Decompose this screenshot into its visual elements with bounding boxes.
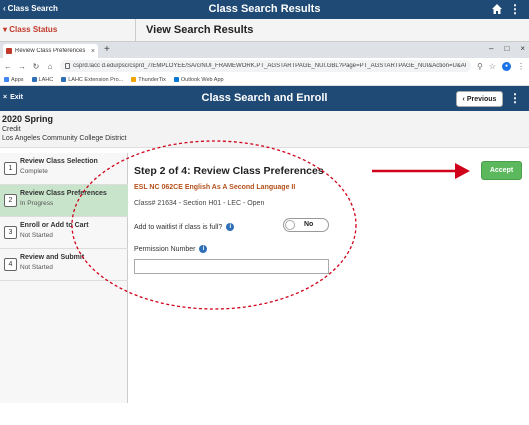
lahc-favicon-icon bbox=[31, 77, 37, 82]
tab-close-icon[interactable]: × bbox=[91, 48, 95, 55]
bookmarks-bar: Apps LAHC LAHC Extension Pro... ThunderT… bbox=[0, 74, 529, 86]
restore-icon[interactable]: □ bbox=[504, 44, 509, 53]
app-title: Class Search and Enroll bbox=[201, 92, 328, 104]
waitlist-toggle[interactable]: No bbox=[283, 218, 329, 232]
underlying-page-strip: ▾ Class Status View Search Results bbox=[0, 19, 529, 42]
page-heading: Step 2 of 4: Review Class Preferences bbox=[134, 165, 324, 177]
view-search-results-heading: View Search Results bbox=[146, 24, 254, 36]
bookmark-apps[interactable]: Apps bbox=[4, 77, 24, 83]
course-title: ESL NC 062CE English As A Second Languag… bbox=[134, 184, 296, 191]
step-enroll-or-add-to-cart[interactable]: 3 Enroll or Add to Cart Not Started bbox=[0, 217, 128, 249]
class-status-toggle[interactable]: ▾ Class Status bbox=[3, 25, 57, 34]
institution: Los Angeles Community College District bbox=[2, 135, 127, 142]
url-field[interactable]: csprd.lacc d.edu/psc/csprd_7/EMPLOYEE/SA… bbox=[60, 60, 471, 72]
step-number: 4 bbox=[4, 258, 17, 271]
step-number: 1 bbox=[4, 162, 17, 175]
arrow-head bbox=[455, 163, 470, 179]
bookmark-outlook[interactable]: Outlook Web App bbox=[173, 76, 224, 83]
bookmark-label: Apps bbox=[11, 76, 24, 83]
steps-panel: 1 Review Class Selection Complete 2 Revi… bbox=[0, 153, 128, 403]
reload-icon[interactable]: ↻ bbox=[32, 62, 40, 71]
apps-grid-icon bbox=[4, 77, 9, 82]
home-icon[interactable] bbox=[491, 3, 503, 15]
close-window-icon[interactable]: × bbox=[520, 44, 525, 53]
step-status: Not Started bbox=[20, 232, 53, 239]
toggle-knob bbox=[285, 220, 295, 230]
term-info: 2020 Spring Credit Los Angeles Community… bbox=[0, 111, 529, 148]
waitlist-label-row: Add to waitlist if class is full? i bbox=[134, 223, 235, 231]
search-icon[interactable]: ⚲ bbox=[477, 62, 483, 71]
url-text: csprd.lacc d.edu/psc/csprd_7/EMPLOYEE/SA… bbox=[73, 63, 466, 69]
info-icon[interactable]: i bbox=[199, 245, 208, 253]
step-title: Review Class Selection bbox=[20, 158, 98, 165]
permission-number-label: Permission Number bbox=[134, 245, 196, 253]
bookmark-thundertix[interactable]: ThunderTix bbox=[131, 77, 166, 83]
step-title: Review and Submit bbox=[20, 254, 85, 261]
previous-button[interactable]: ‹ Previous bbox=[456, 91, 503, 107]
class-search-results-bar: ‹ Class Search Class Search Results ⋮ bbox=[0, 0, 529, 19]
thundertix-favicon-icon bbox=[131, 77, 137, 82]
class-section-info: Class# 21634 - Section H01 - LEC - Open bbox=[134, 200, 265, 207]
class-status-label: Class Status bbox=[9, 25, 58, 34]
browser-tab-bar: Review Class Preferences × + – □ × bbox=[0, 42, 529, 58]
step-review-and-submit[interactable]: 4 Review and Submit Not Started bbox=[0, 249, 128, 281]
home-browser-icon[interactable]: ⌂ bbox=[46, 62, 54, 71]
bookmark-label: LAHC Extension Pro... bbox=[68, 76, 124, 83]
term-name: 2020 Spring bbox=[2, 114, 54, 124]
top-more-menu-icon[interactable]: ⋮ bbox=[509, 3, 521, 15]
minimize-icon[interactable]: – bbox=[489, 44, 493, 53]
step-status: Complete bbox=[20, 168, 48, 175]
lock-icon bbox=[65, 63, 70, 69]
step-title: Enroll or Add to Cart bbox=[20, 222, 89, 229]
accept-button[interactable]: Accept bbox=[481, 161, 522, 180]
waitlist-label: Add to waitlist if class is full? bbox=[134, 223, 223, 231]
class-search-results-title: Class Search Results bbox=[208, 3, 321, 15]
permission-number-field[interactable] bbox=[134, 259, 329, 274]
step-number: 2 bbox=[4, 194, 17, 207]
app-more-menu-icon[interactable]: ⋮ bbox=[509, 92, 521, 104]
step-status: In Progress bbox=[20, 200, 54, 207]
step-review-class-preferences[interactable]: 2 Review Class Preferences In Progress bbox=[0, 185, 128, 217]
career: Credit bbox=[2, 126, 21, 133]
tab-label: Review Class Preferences bbox=[15, 48, 86, 54]
previous-label: Previous bbox=[466, 95, 497, 103]
browser-address-bar: ← → ↻ ⌂ csprd.lacc d.edu/psc/csprd_7/EMP… bbox=[0, 58, 529, 74]
new-tab-icon[interactable]: + bbox=[104, 44, 110, 55]
bookmark-label: ThunderTix bbox=[138, 76, 166, 83]
step-number: 3 bbox=[4, 226, 17, 239]
bookmark-lahc[interactable]: LAHC bbox=[31, 76, 54, 83]
chevron-left-icon: ‹ bbox=[462, 95, 465, 103]
panel-divider bbox=[135, 19, 136, 42]
waitlist-toggle-value: No bbox=[304, 221, 314, 228]
app-header: × Exit Class Search and Enroll ‹ Previou… bbox=[0, 86, 529, 111]
outlook-favicon-icon bbox=[173, 77, 179, 82]
step-status: Not Started bbox=[20, 264, 53, 271]
lahc-extension-favicon-icon bbox=[61, 77, 67, 82]
bookmark-label: Outlook Web App bbox=[180, 76, 224, 83]
bookmark-label: LAHC bbox=[38, 76, 54, 83]
step-title: Review Class Preferences bbox=[20, 190, 107, 197]
step-review-class-selection[interactable]: 1 Review Class Selection Complete bbox=[0, 153, 128, 185]
forward-arrow-icon[interactable]: → bbox=[18, 62, 26, 71]
browser-menu-icon[interactable]: ⋮ bbox=[517, 62, 525, 71]
window-controls: – □ × bbox=[489, 44, 525, 53]
info-icon[interactable]: i bbox=[226, 223, 235, 231]
tab-favicon-icon bbox=[6, 48, 12, 54]
back-arrow-icon[interactable]: ← bbox=[4, 62, 12, 71]
permission-number-label-row: Permission Number i bbox=[134, 245, 208, 253]
profile-avatar-icon[interactable]: ● bbox=[502, 61, 511, 71]
star-icon[interactable]: ☆ bbox=[489, 62, 496, 71]
browser-tab[interactable]: Review Class Preferences × bbox=[3, 44, 98, 58]
bookmark-lahc-extension[interactable]: LAHC Extension Pro... bbox=[61, 77, 123, 83]
